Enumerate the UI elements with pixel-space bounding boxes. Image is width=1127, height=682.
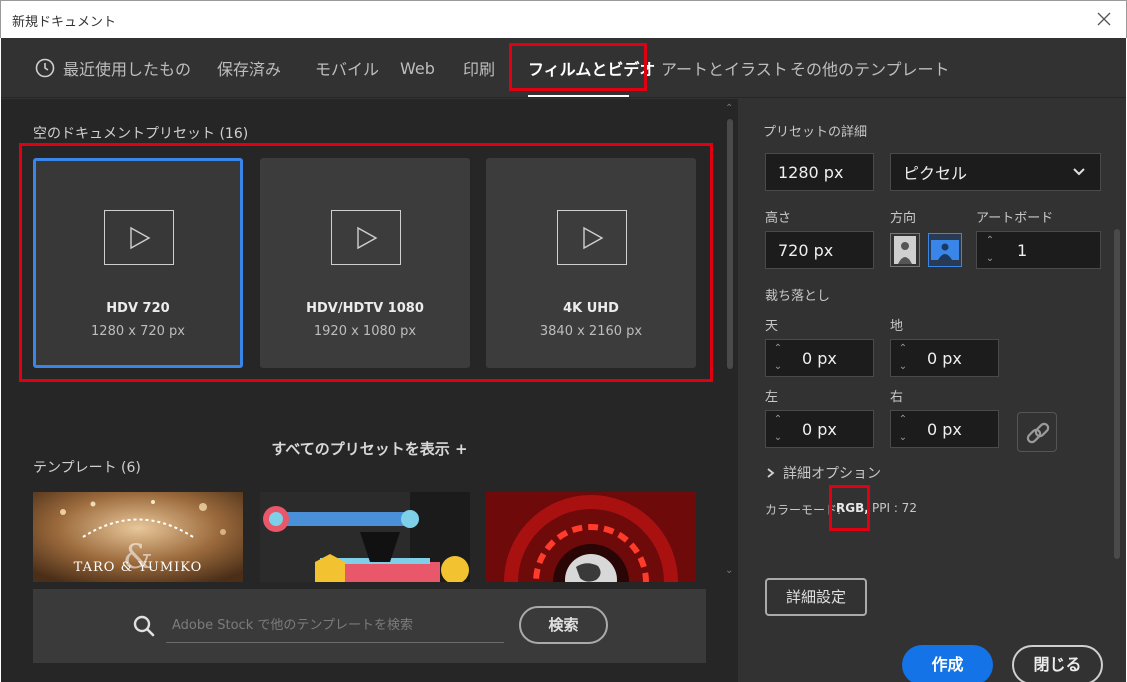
template-thumbnail-abstract[interactable]	[260, 492, 470, 582]
create-button[interactable]: 作成	[902, 645, 993, 682]
presets-scrollbar[interactable]: ⌃ ⌄	[723, 99, 737, 579]
orientation-label: 方向	[890, 211, 917, 226]
artboard-label: アートボード	[976, 211, 1054, 226]
bleed-bottom-label: 地	[890, 319, 904, 334]
preset-size: 1280 x 720 px	[91, 324, 185, 339]
window-titlebar: 新規ドキュメント	[0, 0, 1127, 38]
presets-panel: 空のドキュメントプリセット (16) HDV 720 1280 x 720 px…	[1, 99, 738, 682]
active-tab-underline	[528, 95, 629, 97]
landscape-orientation-button[interactable]	[928, 233, 962, 267]
bleed-bottom-stepper[interactable]: ⌃ ⌄	[893, 340, 913, 376]
template-thumbnail-wedding[interactable]: & TARO & YUMIKO	[33, 492, 243, 582]
width-field[interactable]: 1280 px	[765, 153, 874, 191]
tab-recent-label: 最近使用したもの	[63, 60, 192, 79]
templates-title: テンプレート (6)	[33, 460, 141, 476]
tab-other-templates[interactable]: その他のテンプレート	[790, 38, 950, 98]
preset-name: HDV/HDTV 1080	[306, 301, 424, 316]
unit-dropdown-value: ピクセル	[903, 164, 968, 183]
advanced-options-label: 詳細オプション	[783, 466, 881, 482]
chevron-right-icon	[767, 468, 775, 478]
preset-size: 1920 x 1080 px	[313, 324, 417, 339]
preset-size: 3840 x 2160 px	[539, 324, 643, 339]
advanced-settings-button[interactable]: 詳細設定	[765, 578, 867, 616]
tab-mobile[interactable]: モバイル	[315, 38, 379, 98]
preset-card-4k-uhd[interactable]: 4K UHD 3840 x 2160 px	[486, 158, 696, 368]
new-document-dialog: 最近使用したもの 保存済み モバイル Web 印刷 フィルムとビデオ アートとイ…	[1, 38, 1126, 682]
bleed-top-stepper[interactable]: ⌃ ⌄	[768, 340, 788, 376]
advanced-options-toggle[interactable]: 詳細オプション	[765, 463, 881, 483]
search-button[interactable]: 検索	[519, 606, 608, 644]
portrait-orientation-button[interactable]	[890, 233, 920, 267]
unit-dropdown[interactable]: ピクセル	[890, 153, 1101, 191]
preset-details-panel: プリセットの詳細 1280 px ピクセル 高さ 方向 アートボード 720 p…	[738, 99, 1126, 682]
preset-name: HDV 720	[106, 301, 170, 316]
chevron-down-icon	[1073, 168, 1085, 176]
show-all-presets-link[interactable]: すべてのプリセットを表示 +	[1, 438, 738, 459]
window-title: 新規ドキュメント	[12, 15, 117, 30]
landscape-icon	[931, 240, 959, 260]
category-tabs: 最近使用したもの 保存済み モバイル Web 印刷 フィルムとビデオ アートとイ…	[1, 38, 1126, 98]
play-icon	[104, 210, 174, 265]
details-scrollbar[interactable]	[1108, 99, 1126, 579]
tab-print[interactable]: 印刷	[463, 38, 495, 98]
bleed-left-label: 左	[765, 390, 779, 405]
search-icon	[133, 615, 155, 637]
preset-card-hdtv1080[interactable]: HDV/HDTV 1080 1920 x 1080 px	[260, 158, 470, 368]
clock-icon	[35, 58, 55, 78]
bleed-left-stepper[interactable]: ⌃ ⌄	[768, 411, 788, 447]
bleed-right-stepper[interactable]: ⌃ ⌄	[893, 411, 913, 447]
portrait-icon	[894, 236, 916, 264]
play-icon	[557, 210, 627, 265]
tab-film-video[interactable]: フィルムとビデオ	[528, 38, 655, 98]
presets-title: 空のドキュメントプリセット (16)	[33, 126, 249, 142]
preset-card-hdv720[interactable]: HDV 720 1280 x 720 px	[33, 158, 243, 368]
color-mode-value: RGB,	[836, 501, 869, 515]
details-title: プリセットの詳細	[763, 125, 868, 140]
tab-art-illustration[interactable]: アートとイラスト	[661, 38, 788, 98]
color-mode-label: カラーモード:	[765, 503, 842, 517]
height-label: 高さ	[765, 211, 792, 226]
tab-recent[interactable]: 最近使用したもの	[35, 38, 191, 98]
preset-name: 4K UHD	[563, 301, 619, 316]
height-field[interactable]: 720 px	[765, 231, 874, 269]
link-bleed-button[interactable]	[1017, 412, 1057, 452]
tab-saved[interactable]: 保存済み	[217, 38, 281, 98]
stock-search-input[interactable]	[166, 609, 504, 643]
ppi-value: PPI : 72	[872, 501, 917, 515]
bleed-right-label: 右	[890, 390, 904, 405]
template-thumbnail-globe[interactable]	[486, 492, 696, 582]
stock-search-bar: 検索	[33, 589, 706, 663]
close-button[interactable]: 閉じる	[1012, 645, 1103, 682]
bleed-top-label: 天	[765, 319, 779, 334]
close-icon[interactable]	[1094, 9, 1114, 29]
play-icon	[331, 210, 401, 265]
template-wedding-text: TARO & YUMIKO	[73, 560, 203, 575]
link-icon	[1026, 422, 1050, 444]
bleed-label: 裁ち落とし	[765, 289, 831, 304]
tab-web[interactable]: Web	[400, 38, 435, 98]
artboard-stepper[interactable]: ⌃ ⌄	[980, 232, 1000, 268]
